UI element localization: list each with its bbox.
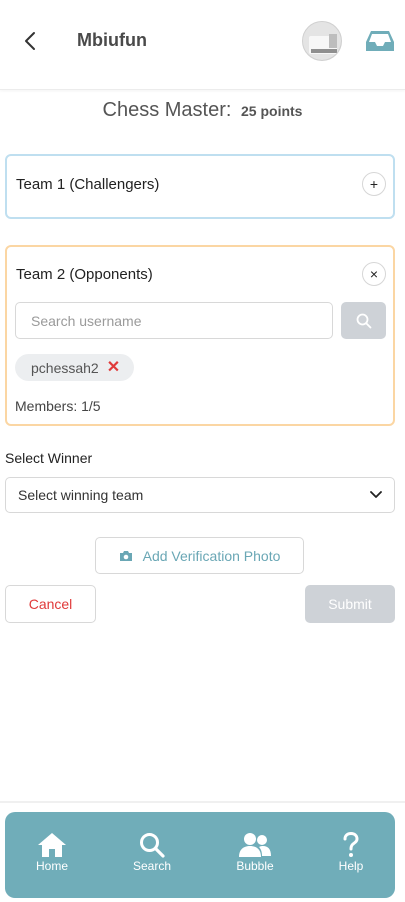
add-photo-button[interactable]: Add Verification Photo [95,537,304,574]
nav-label-help: Help [338,859,364,873]
users-icon [239,833,271,857]
team-card-1: Team 1 (Challengers) + [5,154,395,219]
plus-icon: + [369,176,379,192]
add-team-member-button[interactable]: + [362,172,386,196]
bottom-nav: Home Search Bubble Help [5,812,395,898]
game-name: Chess Master: [102,99,232,121]
nav-divider [0,801,405,803]
member-chip: pchessah2 ✕ [15,354,135,381]
search-icon [356,313,371,328]
nav-item-home[interactable]: Home [17,832,87,873]
member-username: pchessah2 [31,359,99,376]
home-icon [38,833,66,857]
nav-label-bubble: Bubble [236,859,274,873]
remove-member-button[interactable]: ✕ [107,359,120,376]
team-name: Team 1 (Challengers) [16,176,160,193]
inbox-icon [366,31,394,51]
add-photo-label: Add Verification Photo [142,547,281,564]
nav-label-home: Home [35,859,68,873]
nav-item-search[interactable]: Search [117,832,187,873]
username-search-input[interactable] [15,302,333,339]
winner-select[interactable]: Select winning team [5,477,395,513]
chevron-down-icon [370,491,382,498]
nav-item-bubble[interactable]: Bubble [220,832,290,873]
chevron-left-icon [25,32,35,50]
team-name: Team 2 (Opponents) [16,266,153,283]
avatar-image [303,22,341,60]
app-title: Mbiufun [77,30,147,50]
inbox-button[interactable] [364,27,396,55]
close-icon: × [369,266,379,282]
camera-icon [119,550,133,562]
close-team-button[interactable]: × [362,262,386,286]
nav-item-help[interactable]: Help [316,832,386,873]
page: Mbiufun Chess Master: 25 points Team 1 (… [0,0,405,902]
game-title: Chess Master: 25 points [0,99,405,122]
team-card-2: Team 2 (Opponents) × pchessah2 ✕ Members… [5,245,395,426]
search-icon [140,833,165,858]
submit-button[interactable]: Submit [305,585,395,623]
winner-label: Select Winner [5,450,93,466]
members-count: Members: 1/5 [15,398,101,414]
nav-label-search: Search [132,859,172,873]
search-button[interactable] [341,302,386,339]
back-button[interactable] [18,28,42,54]
top-header: Mbiufun [0,0,405,90]
help-icon [343,832,359,857]
game-points: 25 points [241,103,303,119]
winner-select-value: Select winning team [18,487,144,503]
cancel-button[interactable]: Cancel [5,585,96,623]
avatar[interactable] [302,21,342,61]
